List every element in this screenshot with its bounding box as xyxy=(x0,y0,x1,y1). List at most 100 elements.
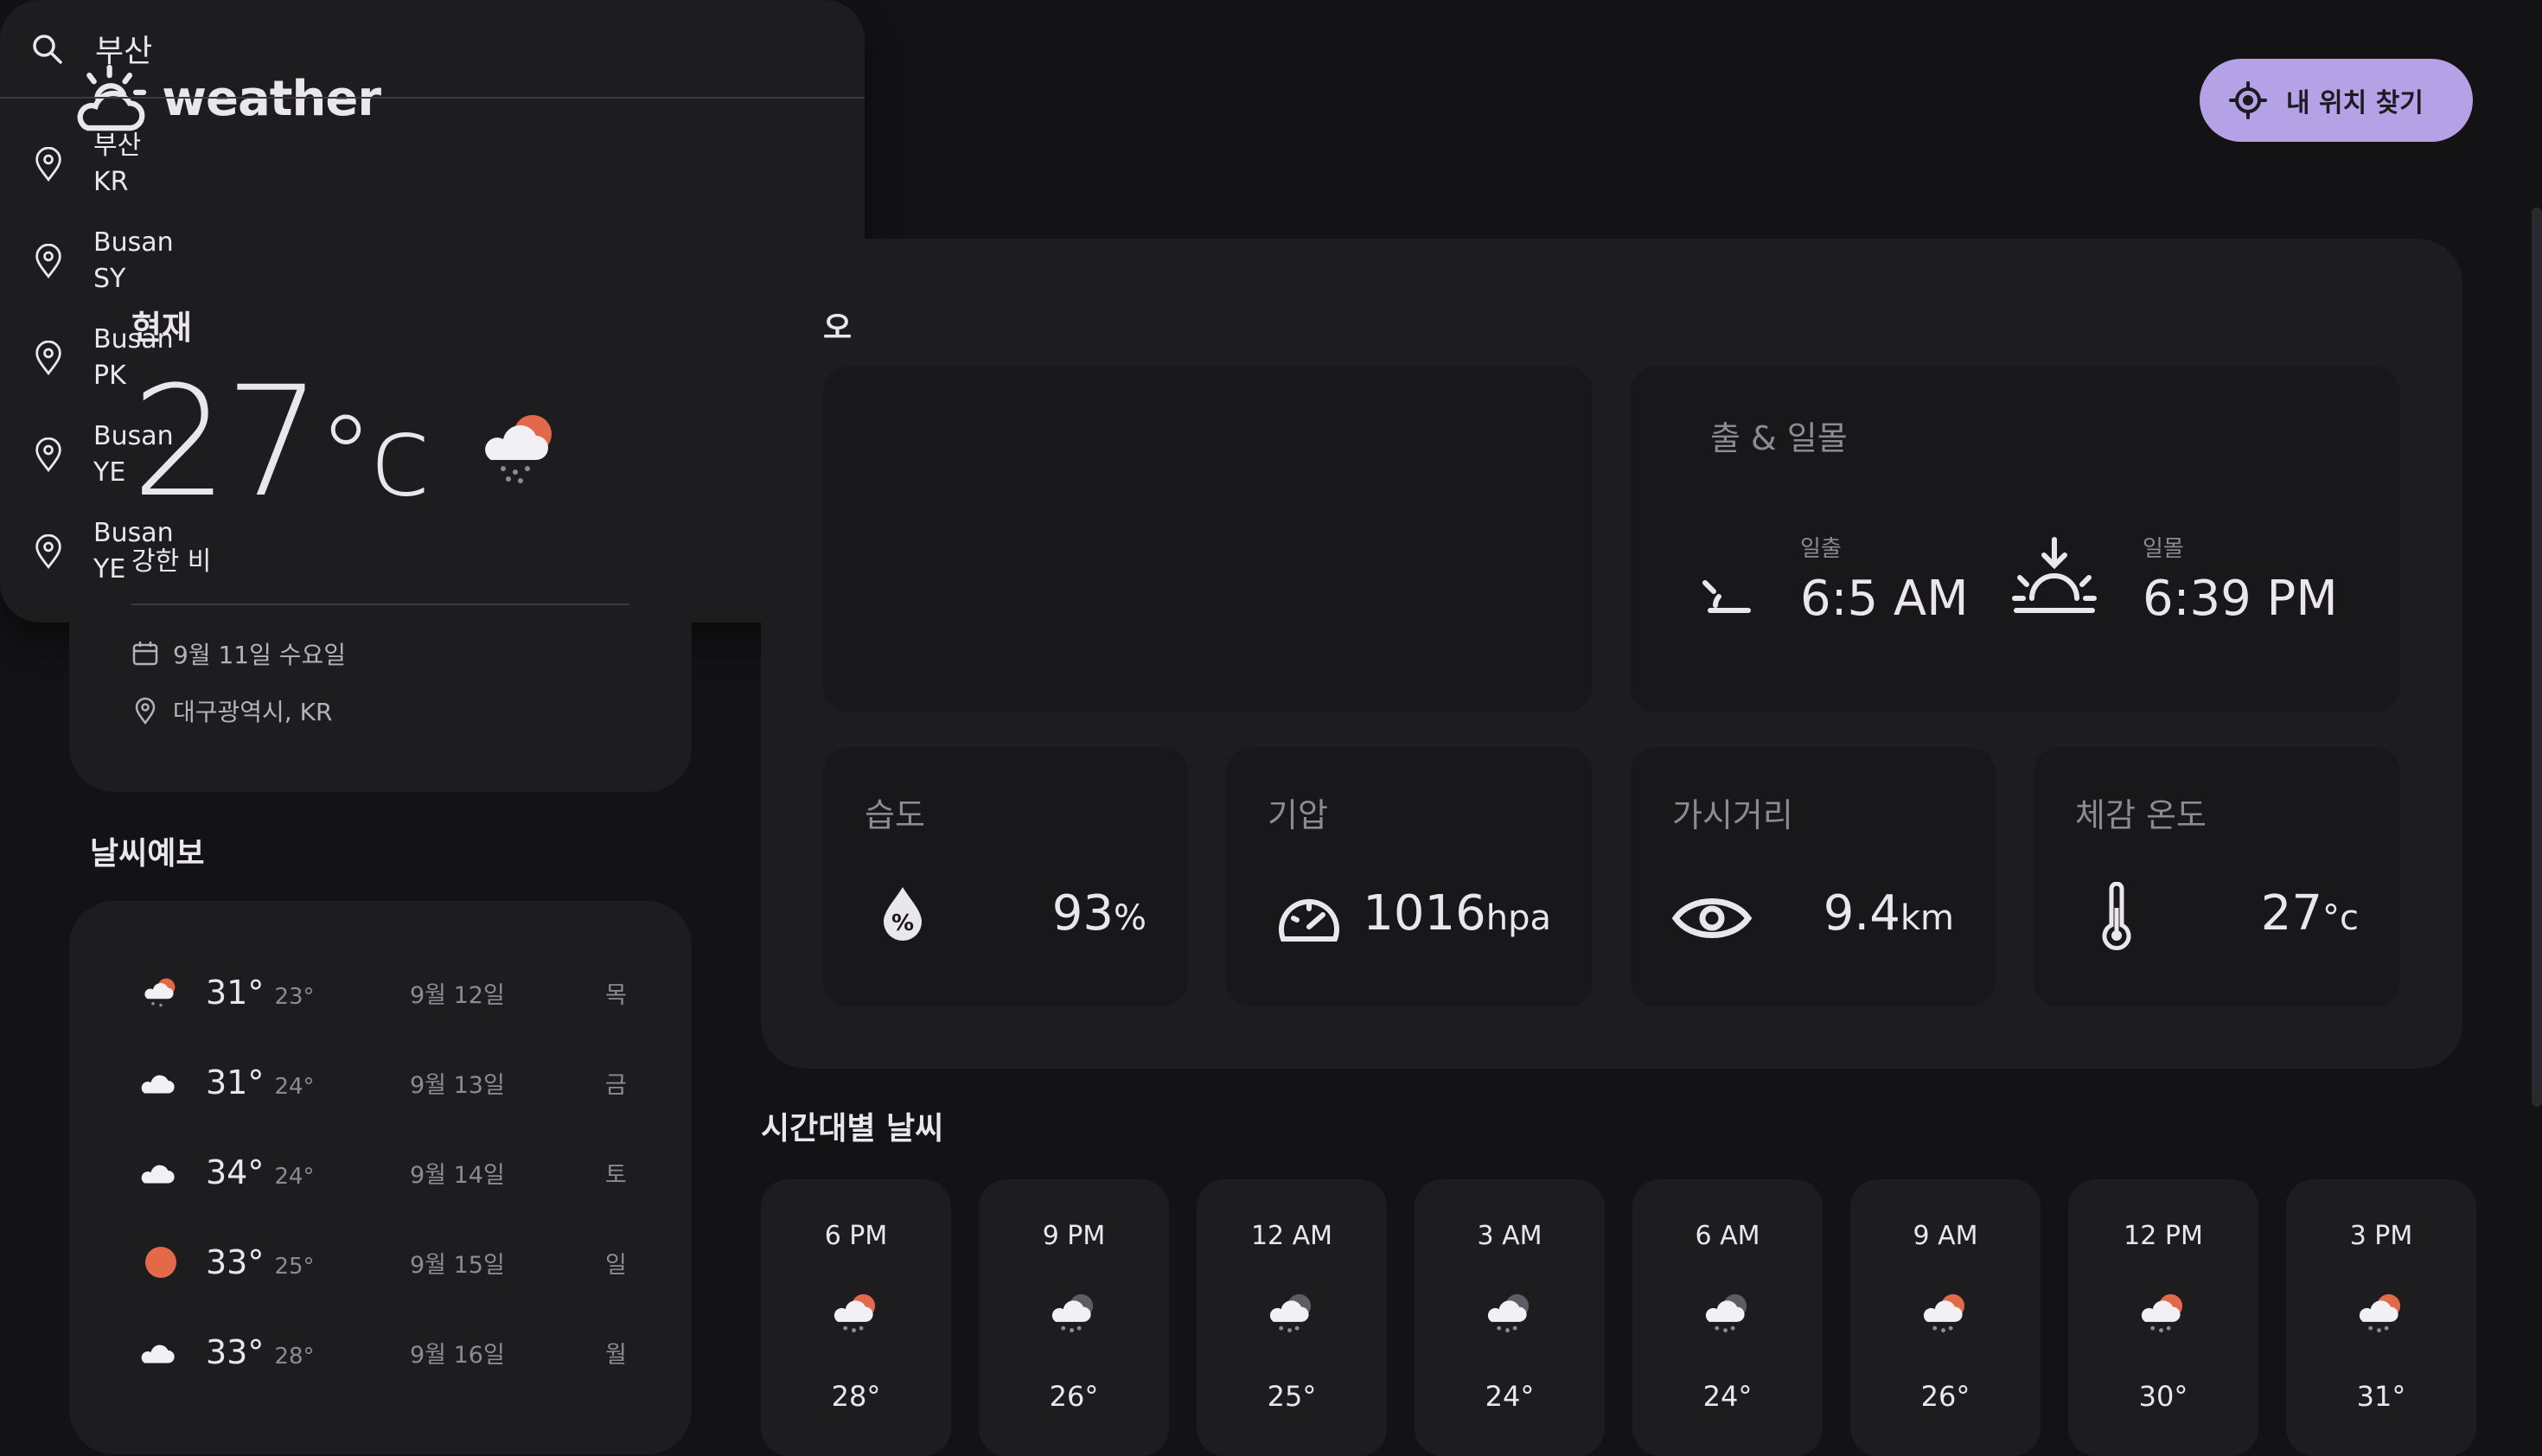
eye-icon xyxy=(1672,898,1752,938)
hourly-item: 12 AM 25° xyxy=(1197,1179,1387,1456)
current-location-button[interactable]: 내 위치 찾기 xyxy=(2200,59,2473,142)
scrollbar[interactable] xyxy=(2532,208,2542,1107)
rain-sun-icon xyxy=(1923,1293,1965,1333)
sunrise-sunset-panel: 출 & 일몰 일출 6:5 AM 일몰 6:39 PM xyxy=(1631,367,2400,712)
forecast-date: 9월 15일 xyxy=(410,1251,505,1279)
hourly-temp: 28° xyxy=(831,1380,881,1413)
forecast-low: 28° xyxy=(274,1344,315,1370)
current-date-row: 9월 11일 수요일 xyxy=(131,636,346,671)
calendar-icon xyxy=(132,642,158,666)
hourly-item: 9 AM 26° xyxy=(1850,1179,2041,1456)
pressure-panel: 기압 1016hpa xyxy=(1226,747,1593,1006)
sunset-label: 일몰 xyxy=(2143,536,2184,562)
result-country: YE xyxy=(93,554,126,584)
forecast-row: 33° 25° 9월 15일 일 xyxy=(69,1217,692,1307)
hourly-time: 6 AM xyxy=(1695,1221,1760,1251)
forecast-weekday: 토 xyxy=(605,1161,627,1189)
forecast-low: 25° xyxy=(274,1254,315,1280)
rain-sun-icon xyxy=(833,1293,876,1333)
result-country: PK xyxy=(93,361,126,391)
result-country: KR xyxy=(93,167,129,197)
forecast-row: 31° 23° 9월 12일 목 xyxy=(69,948,692,1038)
hourly-temp: 30° xyxy=(2138,1380,2188,1413)
result-name: Busan xyxy=(93,421,174,451)
current-location: 대구광역시, KR xyxy=(173,698,333,726)
divider xyxy=(131,603,629,605)
hourly-item: 6 AM 24° xyxy=(1632,1179,1823,1456)
hourly-temp: 24° xyxy=(1702,1380,1753,1413)
search-input[interactable] xyxy=(93,29,806,67)
humidity-label: 습도 xyxy=(865,796,925,834)
rain-moon-icon xyxy=(1051,1293,1094,1333)
location-pin-icon xyxy=(35,147,61,182)
result-name: 부산 xyxy=(93,131,142,161)
forecast-low: 24° xyxy=(274,1074,315,1100)
forecast-date: 9월 12일 xyxy=(410,981,505,1009)
visibility-value: 9.4 xyxy=(1823,885,1900,942)
forecast-card: 31° 23° 9월 12일 목 31° 24° 9월 13일 금 34° 24… xyxy=(69,901,692,1454)
forecast-date: 9월 16일 xyxy=(410,1341,505,1369)
forecast-weekday: 일 xyxy=(605,1251,627,1279)
visibility-unit: km xyxy=(1900,898,1954,938)
feels-like-unit: °c xyxy=(2322,898,2359,938)
hourly-time: 6 PM xyxy=(824,1221,888,1251)
search-result-item[interactable]: 부산 KR xyxy=(0,116,865,213)
hourly-temp: 24° xyxy=(1485,1380,1535,1413)
hourly-time: 3 AM xyxy=(1477,1221,1542,1251)
search-result-item[interactable]: Busan SY xyxy=(0,213,865,310)
result-name: Busan xyxy=(93,324,174,354)
sunrise-icon xyxy=(1702,580,1751,613)
hourly-temp: 26° xyxy=(1920,1380,1970,1413)
visibility-panel: 가시거리 9.4km xyxy=(1631,747,1996,1006)
forecast-high: 31° xyxy=(206,974,265,1012)
svg-text:%: % xyxy=(891,910,914,936)
sunrise-time: 6:5 AM xyxy=(1800,571,1969,627)
pressure-unit: hpa xyxy=(1485,898,1551,938)
rain-moon-icon xyxy=(1487,1293,1530,1333)
search-result-item[interactable]: Busan YE xyxy=(0,503,865,600)
search-result-item[interactable]: Busan YE xyxy=(0,406,865,503)
sun-icon xyxy=(145,1247,176,1278)
sunset-time: 6:39 PM xyxy=(2143,571,2338,627)
search-bar xyxy=(0,0,865,99)
hourly-temp: 31° xyxy=(2356,1380,2406,1413)
forecast-high: 33° xyxy=(206,1243,265,1281)
current-date: 9월 11일 수요일 xyxy=(173,641,347,669)
forecast-title: 날씨예보 xyxy=(90,836,205,872)
crosshair-icon xyxy=(2229,81,2267,119)
pressure-value: 1016 xyxy=(1363,885,1486,942)
feels-like-panel: 체감 온도 27°c xyxy=(2034,747,2400,1006)
feels-like-label: 체감 온도 xyxy=(2075,796,2207,834)
rain-moon-icon xyxy=(1269,1293,1312,1333)
location-pin-icon xyxy=(35,341,61,375)
sunrise-label: 일출 xyxy=(1800,536,1842,562)
rain-sun-icon xyxy=(144,978,176,1007)
forecast-weekday: 금 xyxy=(605,1071,627,1099)
humidity-value: 93 xyxy=(1051,885,1114,942)
search-result-item[interactable]: Busan PK xyxy=(0,310,865,406)
hourly-time: 12 AM xyxy=(1250,1221,1333,1251)
location-pin-icon xyxy=(35,437,61,472)
forecast-high: 34° xyxy=(206,1153,265,1191)
forecast-low: 23° xyxy=(274,984,315,1010)
forecast-row: 34° 24° 9월 14일 토 xyxy=(69,1127,692,1217)
air-quality-panel xyxy=(823,367,1593,712)
hourly-temp: 25° xyxy=(1267,1380,1317,1413)
humidity-unit: % xyxy=(1113,898,1146,938)
forecast-date: 9월 13일 xyxy=(410,1071,505,1099)
hourly-time: 3 PM xyxy=(2349,1221,2413,1251)
hourly-time: 9 AM xyxy=(1913,1221,1978,1251)
humidity-drop-icon: % xyxy=(884,887,922,941)
rain-moon-icon xyxy=(1705,1293,1747,1333)
hourly-item: 9 PM 26° xyxy=(979,1179,1169,1456)
hourly-item: 6 PM 28° xyxy=(761,1179,951,1456)
forecast-high: 33° xyxy=(206,1333,265,1371)
current-location-row: 대구광역시, KR xyxy=(131,693,332,728)
result-name: Busan xyxy=(93,227,174,258)
current-location-label: 내 위치 찾기 xyxy=(2286,88,2424,118)
rain-sun-icon xyxy=(2141,1293,2183,1333)
forecast-low: 24° xyxy=(274,1164,315,1190)
forecast-row: 31° 24° 9월 13일 금 xyxy=(69,1038,692,1127)
hourly-time: 12 PM xyxy=(2124,1221,2203,1251)
result-country: SY xyxy=(93,264,126,294)
